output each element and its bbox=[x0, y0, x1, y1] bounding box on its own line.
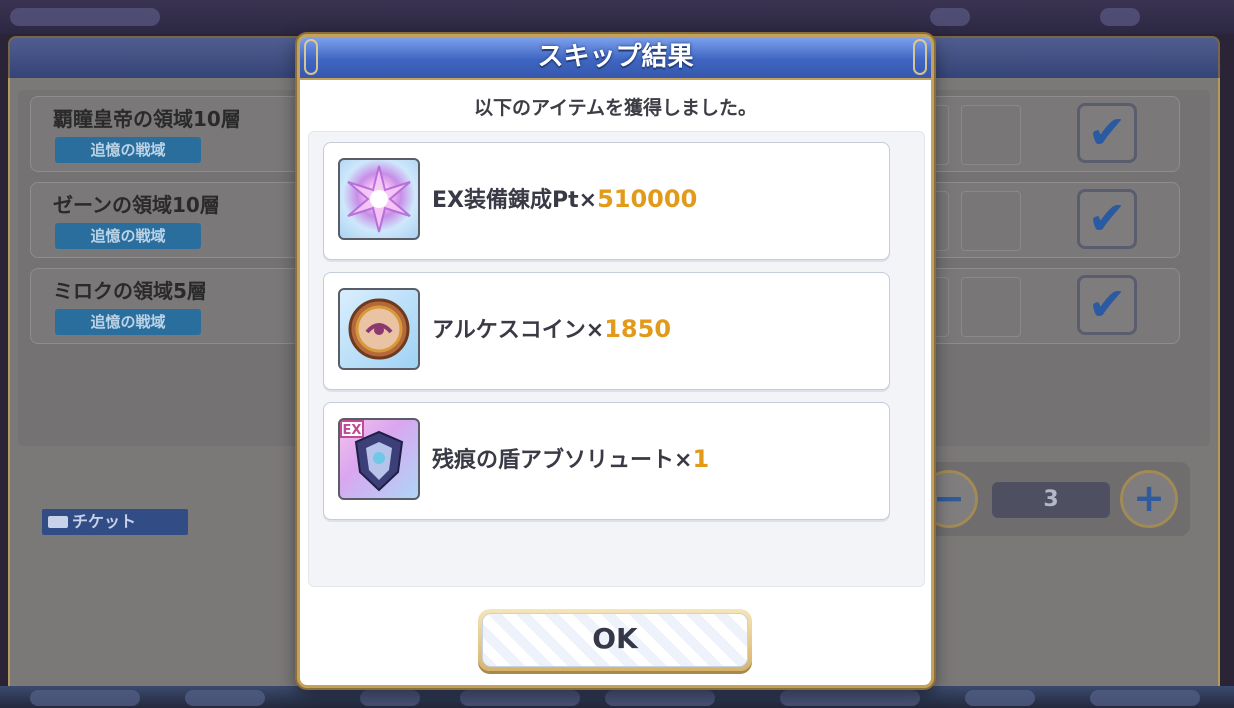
stage-title: 覇瞳皇帝の領域10層 bbox=[53, 107, 241, 131]
increment-button[interactable]: + bbox=[1120, 470, 1178, 528]
reward-item-quantity: 510000 bbox=[597, 185, 698, 213]
reward-item-quantity: 1850 bbox=[604, 315, 672, 343]
reward-item-label: 残痕の盾アブソリュート×1 bbox=[432, 403, 709, 515]
reward-list: EX装備錬成Pt×510000 アルケスコイン×1850 EX 残痕の盾アブソリ… bbox=[308, 131, 925, 587]
reward-item-label: アルケスコイン×1850 bbox=[432, 273, 671, 385]
reward-item: アルケスコイン×1850 bbox=[323, 272, 890, 390]
ok-button[interactable]: OK bbox=[478, 609, 752, 671]
ex-equipment-refine-pt-icon bbox=[338, 158, 420, 240]
stage-tag: 追憶の戦域 bbox=[55, 309, 201, 335]
dialog-subtitle: 以下のアイテムを獲得しました。 bbox=[473, 97, 758, 119]
quantity-value: 3 bbox=[992, 482, 1110, 518]
stage-title: ゼーンの領域10層 bbox=[53, 193, 220, 217]
reward-item: EX装備錬成Pt×510000 bbox=[323, 142, 890, 260]
ticket-label: チケット bbox=[42, 509, 188, 535]
background-footer-nav bbox=[0, 686, 1234, 708]
background-top-bar bbox=[0, 0, 1234, 34]
arkes-coin-icon bbox=[338, 288, 420, 370]
ticket-text: チケット bbox=[72, 512, 137, 531]
stage-checkbox[interactable]: ✔ bbox=[1077, 275, 1137, 335]
quantity-stepper: − 3 + bbox=[920, 462, 1190, 536]
reward-item: EX 残痕の盾アブソリュート×1 bbox=[323, 402, 890, 520]
reward-item-label: EX装備錬成Pt×510000 bbox=[432, 143, 697, 255]
ex-shield-absolute-icon: EX bbox=[338, 418, 420, 500]
stage-tag: 追憶の戦域 bbox=[55, 223, 201, 249]
slot-box bbox=[961, 191, 1021, 251]
ticket-icon bbox=[48, 516, 68, 528]
reward-item-quantity: 1 bbox=[692, 445, 710, 473]
dialog-header: スキップ結果 bbox=[300, 37, 931, 80]
ex-badge: EX bbox=[343, 423, 362, 438]
dialog-title: スキップ結果 bbox=[537, 42, 694, 72]
stage-title: ミロクの領域5層 bbox=[53, 279, 207, 303]
ok-button-label: OK bbox=[482, 613, 748, 667]
stage-checkbox[interactable]: ✔ bbox=[1077, 189, 1137, 249]
reward-item-name: 残痕の盾アブソリュート× bbox=[432, 448, 693, 473]
slot-box bbox=[961, 277, 1021, 337]
slot-box bbox=[961, 105, 1021, 165]
reward-item-name: EX装備錬成Pt× bbox=[432, 188, 598, 213]
stage-checkbox[interactable]: ✔ bbox=[1077, 103, 1137, 163]
right-corner-ornament bbox=[913, 39, 927, 75]
reward-item-name: アルケスコイン× bbox=[432, 318, 605, 343]
skip-result-dialog: スキップ結果 以下のアイテムを獲得しました。 EX装備錬成Pt×510000 ア… bbox=[297, 34, 934, 688]
left-corner-ornament bbox=[304, 39, 318, 75]
stage-tag: 追憶の戦域 bbox=[55, 137, 201, 163]
